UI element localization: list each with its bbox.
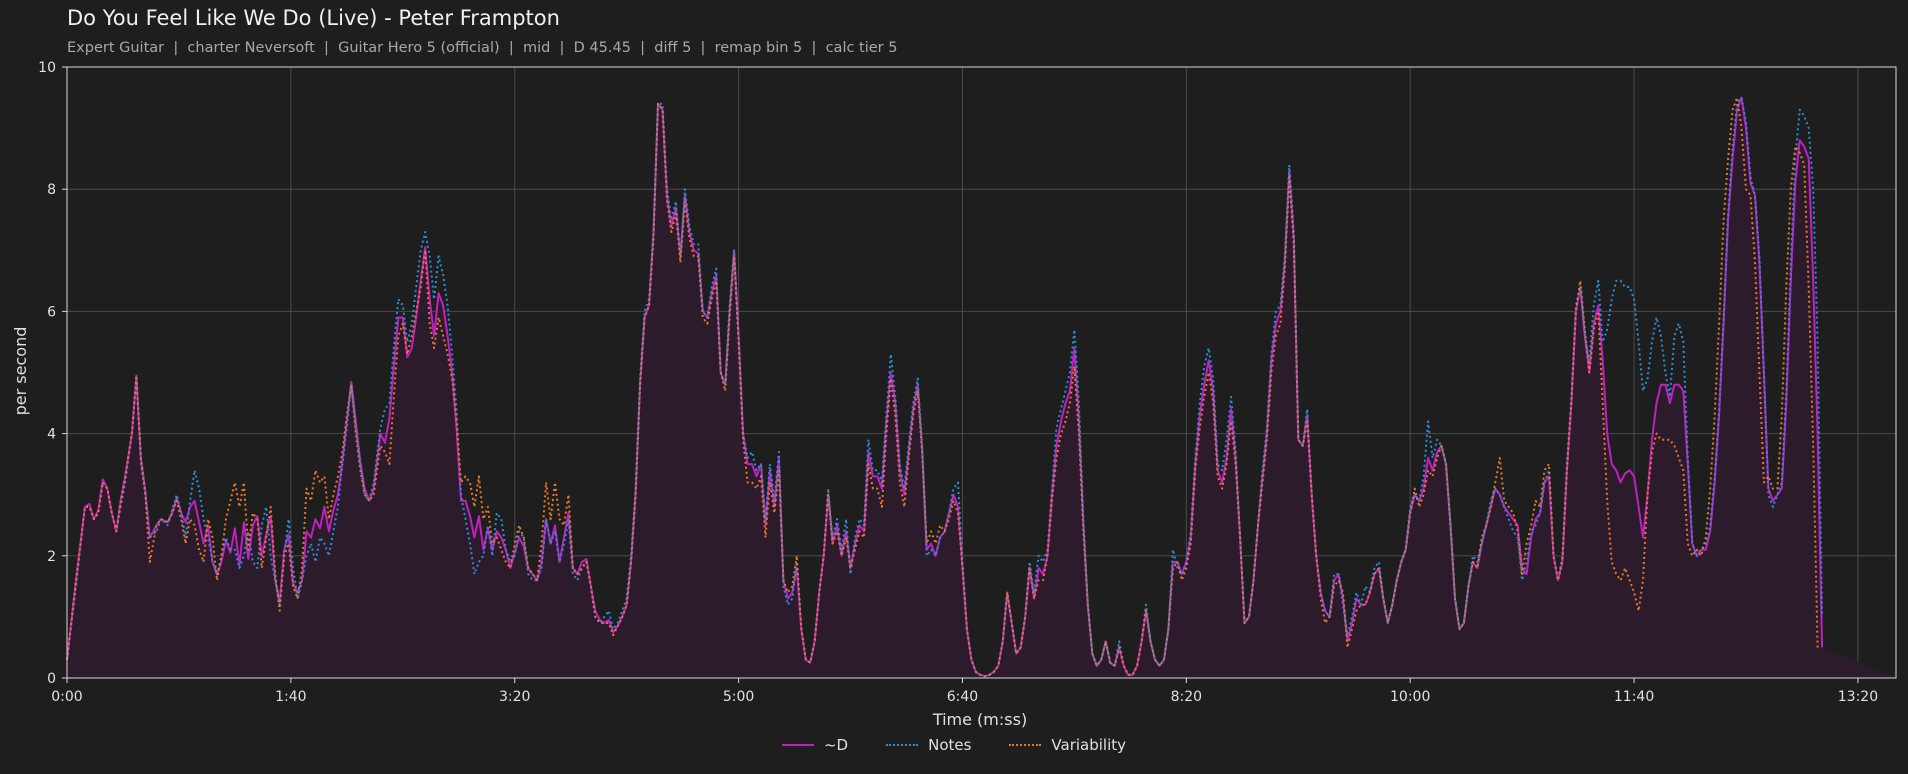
x-tick-label: 11:40 xyxy=(1614,689,1654,705)
x-tick-label: 8:20 xyxy=(1171,689,1202,705)
legend-item-variability: Variability xyxy=(1009,736,1126,754)
x-tick-label: 5:00 xyxy=(723,689,754,705)
legend-swatch-variability xyxy=(1009,744,1042,746)
x-tick-label: 3:20 xyxy=(499,689,530,705)
legend-label-variability: Variability xyxy=(1051,736,1127,754)
x-axis-label: Time (m:ss) xyxy=(932,710,1027,729)
legend-label-d: ~D xyxy=(823,736,849,754)
legend-item-d: ~D xyxy=(781,736,849,754)
legend-swatch-notes xyxy=(886,744,919,746)
x-tick-label: 6:40 xyxy=(947,689,978,705)
y-axis-ticks: 0 2 4 6 8 10 xyxy=(38,60,67,687)
x-tick-label: 10:00 xyxy=(1390,689,1430,705)
x-tick-label: 1:40 xyxy=(275,689,306,705)
line-chart: 0:00 1:40 3:20 5:00 6:40 8:20 10:00 11:40 13:20 … xyxy=(11,60,1897,729)
y-tick-label: 0 xyxy=(47,671,56,687)
y-tick-label: 2 xyxy=(47,549,56,565)
x-tick-label: 13:20 xyxy=(1838,689,1878,705)
y-tick-label: 4 xyxy=(47,427,56,443)
x-axis-ticks: 0:00 1:40 3:20 5:00 6:40 8:20 10:00 11:40 13:20 xyxy=(51,678,1878,705)
legend-swatch-d xyxy=(781,744,814,746)
y-tick-label: 8 xyxy=(47,182,56,198)
y-tick-label: 10 xyxy=(38,60,56,76)
y-tick-label: 6 xyxy=(47,304,56,320)
d-area-fill xyxy=(67,97,1896,679)
legend: ~D Notes Variability xyxy=(0,736,1908,754)
x-tick-label: 0:00 xyxy=(51,689,82,705)
legend-label-notes: Notes xyxy=(928,736,972,754)
y-axis-label: per second xyxy=(11,327,30,416)
legend-item-notes: Notes xyxy=(886,736,971,754)
